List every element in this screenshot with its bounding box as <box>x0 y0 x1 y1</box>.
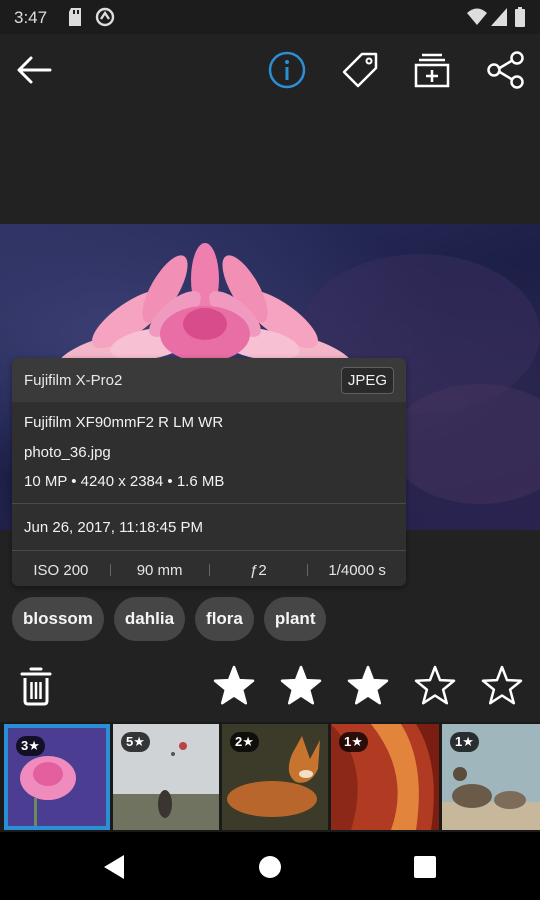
battery-icon <box>515 7 525 27</box>
add-to-album-icon <box>414 53 450 88</box>
thumbnail-fox[interactable]: 2★ <box>222 724 328 830</box>
divider <box>12 550 406 551</box>
trash-icon <box>20 667 52 706</box>
exposure-stats: ISO 200 90 mm ƒ2 1/4000 s <box>12 554 406 586</box>
info-icon <box>268 51 306 89</box>
star-filled-icon[interactable] <box>212 664 256 708</box>
status-bar: 3:47 <box>0 0 540 34</box>
iso-value: ISO 200 <box>33 561 89 579</box>
home-circle-icon[interactable] <box>255 852 285 882</box>
back-triangle-icon[interactable] <box>100 852 130 882</box>
back-arrow-icon <box>17 56 52 84</box>
share-icon <box>487 51 524 89</box>
tag-icon <box>342 52 378 88</box>
star-outline-icon[interactable] <box>480 664 524 708</box>
thumbnail-balloons[interactable]: 5★ <box>113 724 219 830</box>
status-time: 3:47 <box>14 8 48 27</box>
rating-badge: 1★ <box>450 732 479 752</box>
rating-badge: 3★ <box>16 736 45 756</box>
photo-info-card: Fujifilm X-Pro2 JPEG Fujifilm XF90mmF2 R… <box>12 358 406 586</box>
capture-date: Jun 26, 2017, 11:18:45 PM <box>24 519 204 536</box>
top-toolbar <box>0 34 540 224</box>
info-card-header: Fujifilm X-Pro2 JPEG <box>12 358 406 402</box>
star-filled-icon[interactable] <box>346 664 390 708</box>
divider <box>12 503 406 504</box>
delete-button[interactable] <box>18 666 54 706</box>
sync-icon <box>95 7 115 27</box>
sd-card-icon <box>69 8 81 26</box>
wifi-icon <box>467 8 487 25</box>
system-nav-bar <box>0 832 540 900</box>
rating-badge: 5★ <box>121 732 150 752</box>
tag-chip[interactable]: flora <box>195 597 254 641</box>
signal-icon <box>491 8 507 26</box>
info-button[interactable] <box>265 48 309 92</box>
rating-stars <box>212 664 524 708</box>
rating-badge: 1★ <box>339 732 368 752</box>
focal-length-value: 90 mm <box>136 561 183 579</box>
tag-list: blossom dahlia flora plant <box>12 597 327 641</box>
thumbnail-canyon[interactable]: 1★ <box>331 724 439 830</box>
tag-button[interactable] <box>338 48 382 92</box>
back-button[interactable] <box>12 48 56 92</box>
tag-chip[interactable]: plant <box>263 597 327 641</box>
camera-model: Fujifilm X-Pro2 <box>24 371 123 389</box>
aperture-value: ƒ2 <box>250 561 267 579</box>
tag-chip[interactable]: blossom <box>12 597 104 641</box>
format-badge: JPEG <box>340 366 394 394</box>
add-to-album-button[interactable] <box>410 48 454 92</box>
recents-square-icon[interactable] <box>410 852 440 882</box>
star-outline-icon[interactable] <box>413 664 457 708</box>
lens-model: Fujifilm XF90mmF2 R LM WR <box>24 414 224 431</box>
share-button[interactable] <box>484 48 528 92</box>
shutter-value: 1/4000 s <box>328 561 386 579</box>
thumbnail-dahlia[interactable]: 3★ <box>4 724 110 830</box>
tag-chip[interactable]: dahlia <box>113 597 186 641</box>
thumbnail-ducks[interactable]: 1★ <box>442 724 540 830</box>
star-filled-icon[interactable] <box>279 664 323 708</box>
file-name: photo_36.jpg <box>24 444 111 461</box>
rating-badge: 2★ <box>230 732 259 752</box>
filmstrip: 3★ 5★ 2★ 1★ 1★ <box>0 722 540 832</box>
image-specs: 10 MP • 4240 x 2384 • 1.6 MB <box>24 473 225 490</box>
